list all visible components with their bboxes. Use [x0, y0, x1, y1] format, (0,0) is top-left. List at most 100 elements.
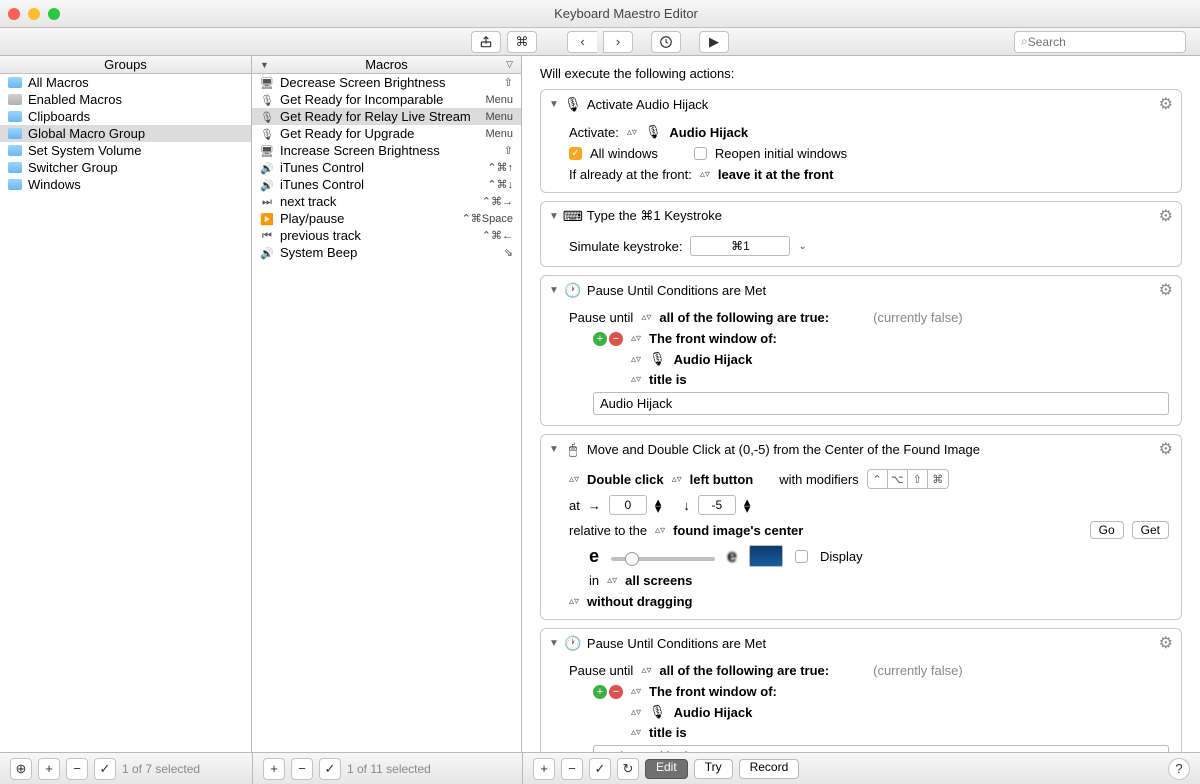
group-item[interactable]: Set System Volume	[0, 142, 251, 159]
search-input[interactable]	[1028, 35, 1183, 49]
toggle-macro-button[interactable]: ✓	[319, 758, 341, 780]
stepper-icon[interactable]: ▵▿	[607, 575, 617, 586]
gear-icon[interactable]: ⚙	[1159, 280, 1173, 300]
back-button[interactable]: ‹	[567, 31, 597, 53]
macro-item[interactable]: 🖥Increase Screen Brightness⇧	[252, 142, 521, 159]
stepper-icon[interactable]: ▵▿	[631, 727, 641, 738]
add-condition-button[interactable]: +	[593, 332, 607, 346]
chevron-down-icon[interactable]: ▼	[549, 638, 559, 649]
title-value-input[interactable]	[593, 745, 1169, 752]
stepper-icon[interactable]: ▵▿	[700, 169, 710, 180]
modifier-buttons[interactable]: ⌃ ⌥ ⇧ ⌘	[867, 469, 949, 489]
stepper-icon[interactable]: ▵▿	[631, 707, 641, 718]
remove-condition-button[interactable]: −	[609, 332, 623, 346]
sort-down-icon[interactable]: ▼	[260, 60, 269, 70]
macro-item[interactable]: 🎙Get Ready for IncomparableMenu	[252, 91, 521, 108]
forward-button[interactable]: ›	[603, 31, 633, 53]
gear-icon[interactable]: ⚙	[1159, 633, 1173, 653]
stepper-icon[interactable]: ▵▿	[641, 312, 651, 323]
stepper-icon[interactable]: ▵▿	[631, 374, 641, 385]
history-button[interactable]	[651, 31, 681, 53]
add-action-button[interactable]: +	[533, 758, 555, 780]
y-field[interactable]	[698, 495, 736, 515]
display-checkbox[interactable]	[795, 550, 808, 563]
command-button[interactable]: ⌘	[507, 31, 537, 53]
get-button[interactable]: Get	[1132, 521, 1169, 539]
ctrl-mod-icon[interactable]: ⌃	[868, 470, 888, 488]
fuzz-slider[interactable]	[611, 557, 715, 561]
stepper-icon[interactable]: ▵▿	[631, 333, 641, 344]
macro-item[interactable]: 🔊iTunes Control⌃⌘↓	[252, 176, 521, 193]
macro-item[interactable]: 🔊System Beep⇘	[252, 244, 521, 261]
go-button[interactable]: Go	[1090, 521, 1124, 539]
macro-item[interactable]: 🎙Get Ready for UpgradeMenu	[252, 125, 521, 142]
shift-mod-icon[interactable]: ⇧	[908, 470, 928, 488]
group-item[interactable]: Windows	[0, 176, 251, 193]
chevron-down-icon[interactable]: ▼	[549, 99, 559, 110]
all-windows-checkbox[interactable]: ✓	[569, 147, 582, 160]
stepper-icon[interactable]: ▵▿	[641, 665, 651, 676]
stepper-icon[interactable]: ▵▿	[569, 474, 579, 485]
at-label: at	[569, 498, 580, 513]
chevron-down-icon[interactable]: ▼	[549, 285, 559, 296]
macro-item[interactable]: 🎙Get Ready for Relay Live StreamMenu	[252, 108, 521, 125]
macro-item[interactable]: ⏮previous track⌃⌘←	[252, 227, 521, 244]
stepper-icon[interactable]: ▵▿	[672, 474, 682, 485]
stepper-icon[interactable]: ▵▿	[631, 354, 641, 365]
gear-icon[interactable]: ⚙	[1159, 94, 1173, 114]
sort-alt-icon[interactable]: ▽	[506, 59, 513, 70]
zoom-icon[interactable]	[48, 8, 60, 20]
close-icon[interactable]	[8, 8, 20, 20]
group-item[interactable]: Global Macro Group	[0, 125, 251, 142]
share-button[interactable]	[471, 31, 501, 53]
gear-icon[interactable]: ⚙	[1159, 439, 1173, 459]
group-item[interactable]: Switcher Group	[0, 159, 251, 176]
x-field[interactable]	[609, 495, 647, 515]
help-button[interactable]: ?	[1168, 758, 1190, 780]
macro-item[interactable]: ▶️Play/pause⌃⌘Space	[252, 210, 521, 227]
cmd-mod-icon[interactable]: ⌘	[928, 470, 948, 488]
target-button[interactable]: ⊕	[10, 758, 32, 780]
toggle-action-button[interactable]: ✓	[589, 758, 611, 780]
macros-list: 🖥Decrease Screen Brightness⇧🎙Get Ready f…	[252, 74, 521, 752]
chevron-down-icon[interactable]: ▼	[549, 444, 559, 455]
run-button[interactable]: ▶	[699, 31, 729, 53]
group-item[interactable]: Enabled Macros	[0, 91, 251, 108]
fuzz-sharp-icon: e	[589, 546, 599, 567]
gear-icon[interactable]: ⚙	[1159, 206, 1173, 226]
keystroke-field[interactable]: ⌘1	[690, 236, 790, 256]
add-group-button[interactable]: +	[38, 758, 60, 780]
edit-button[interactable]: Edit	[645, 759, 688, 779]
remove-macro-button[interactable]: −	[291, 758, 313, 780]
stepper-icon[interactable]: ▵▿	[655, 525, 665, 536]
history-action-button[interactable]: ↻	[617, 758, 639, 780]
chevron-down-icon[interactable]: ⌄	[798, 241, 806, 252]
toggle-group-button[interactable]: ✓	[94, 758, 116, 780]
try-button[interactable]: Try	[694, 759, 733, 779]
stepper-icon[interactable]: ▵▿	[627, 127, 637, 138]
opt-mod-icon[interactable]: ⌥	[888, 470, 908, 488]
macro-item[interactable]: 🖥Decrease Screen Brightness⇧	[252, 74, 521, 91]
remove-condition-button[interactable]: −	[609, 685, 623, 699]
stepper-icon[interactable]: ▵▿	[569, 596, 579, 607]
reopen-checkbox[interactable]	[694, 147, 707, 160]
remove-group-button[interactable]: −	[66, 758, 88, 780]
group-item[interactable]: All Macros	[0, 74, 251, 91]
stepper-icon[interactable]: ▵▿	[631, 686, 641, 697]
macro-item[interactable]: 🔊iTunes Control⌃⌘↑	[252, 159, 521, 176]
all-windows-label: All windows	[590, 146, 658, 161]
search-field[interactable]: ⌕	[1014, 31, 1186, 53]
x-stepper[interactable]: ▴▾	[655, 498, 662, 512]
remove-action-button[interactable]: −	[561, 758, 583, 780]
minimize-icon[interactable]	[28, 8, 40, 20]
title-value-input[interactable]	[593, 392, 1169, 415]
y-stepper[interactable]: ▴▾	[744, 498, 751, 512]
add-condition-button[interactable]: +	[593, 685, 607, 699]
add-macro-button[interactable]: +	[263, 758, 285, 780]
macro-item[interactable]: ⏭next track⌃⌘→	[252, 193, 521, 210]
macro-shortcut: Menu	[485, 94, 513, 106]
image-well[interactable]	[749, 545, 783, 567]
chevron-down-icon[interactable]: ▼	[549, 211, 559, 222]
record-button[interactable]: Record	[739, 759, 800, 779]
group-item[interactable]: Clipboards	[0, 108, 251, 125]
